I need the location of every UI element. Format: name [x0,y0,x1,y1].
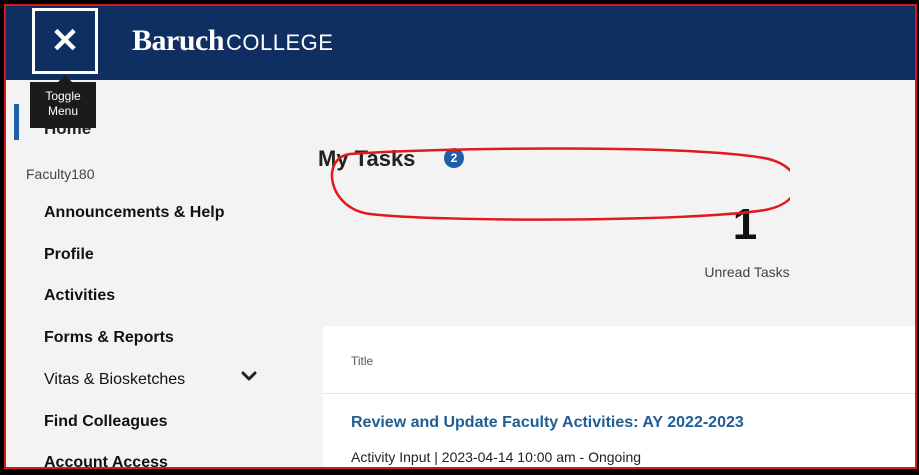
column-header-title[interactable]: Title [351,354,373,368]
logo-light-text: COLLEGE [226,30,334,55]
tasks-table: Title Review and Update Faculty Activiti… [323,326,915,467]
sidebar-section-label: Faculty180 [26,166,95,182]
logo-bold-text: Baruch [132,24,225,57]
toggle-menu-tooltip: Toggle Menu [30,75,96,128]
sidebar-item-vitas-biosketches[interactable]: Vitas & Biosketches [44,371,185,389]
annotation-circle [330,147,790,221]
main-content: My Tasks 2 1 Unread Tasks Title Review a… [297,80,915,467]
app-window: ✕ Baruch COLLEGE Home Faculty180 Announc… [4,4,917,469]
tooltip-line-1: Toggle [45,89,81,103]
toggle-menu-button[interactable]: ✕ [32,8,98,74]
sidebar-item-announcements[interactable]: Announcements & Help [44,204,224,222]
close-icon: ✕ [50,22,80,60]
sidebar-item-profile[interactable]: Profile [44,246,94,264]
sidebar-item-account-access[interactable]: Account Access [44,454,168,467]
sidebar-item-forms-reports[interactable]: Forms & Reports [44,329,174,347]
sidebar-item-find-colleagues[interactable]: Find Colleagues [44,413,168,431]
active-indicator [14,104,19,140]
tooltip-line-2: Menu [47,104,79,118]
unread-tasks-label: Unread Tasks [704,264,790,280]
divider [323,393,915,394]
sidebar: Home Faculty180 Announcements & Help Pro… [6,80,297,467]
task-title-link[interactable]: Review and Update Faculty Activities: AY… [351,414,744,432]
top-navbar: ✕ Baruch COLLEGE [6,6,915,80]
task-subtitle: Activity Input | 2023-04-14 10:00 am - O… [351,449,642,465]
baruch-college-logo[interactable]: Baruch COLLEGE [132,24,333,58]
chevron-down-icon[interactable] [240,367,258,385]
sidebar-item-activities[interactable]: Activities [44,287,115,305]
